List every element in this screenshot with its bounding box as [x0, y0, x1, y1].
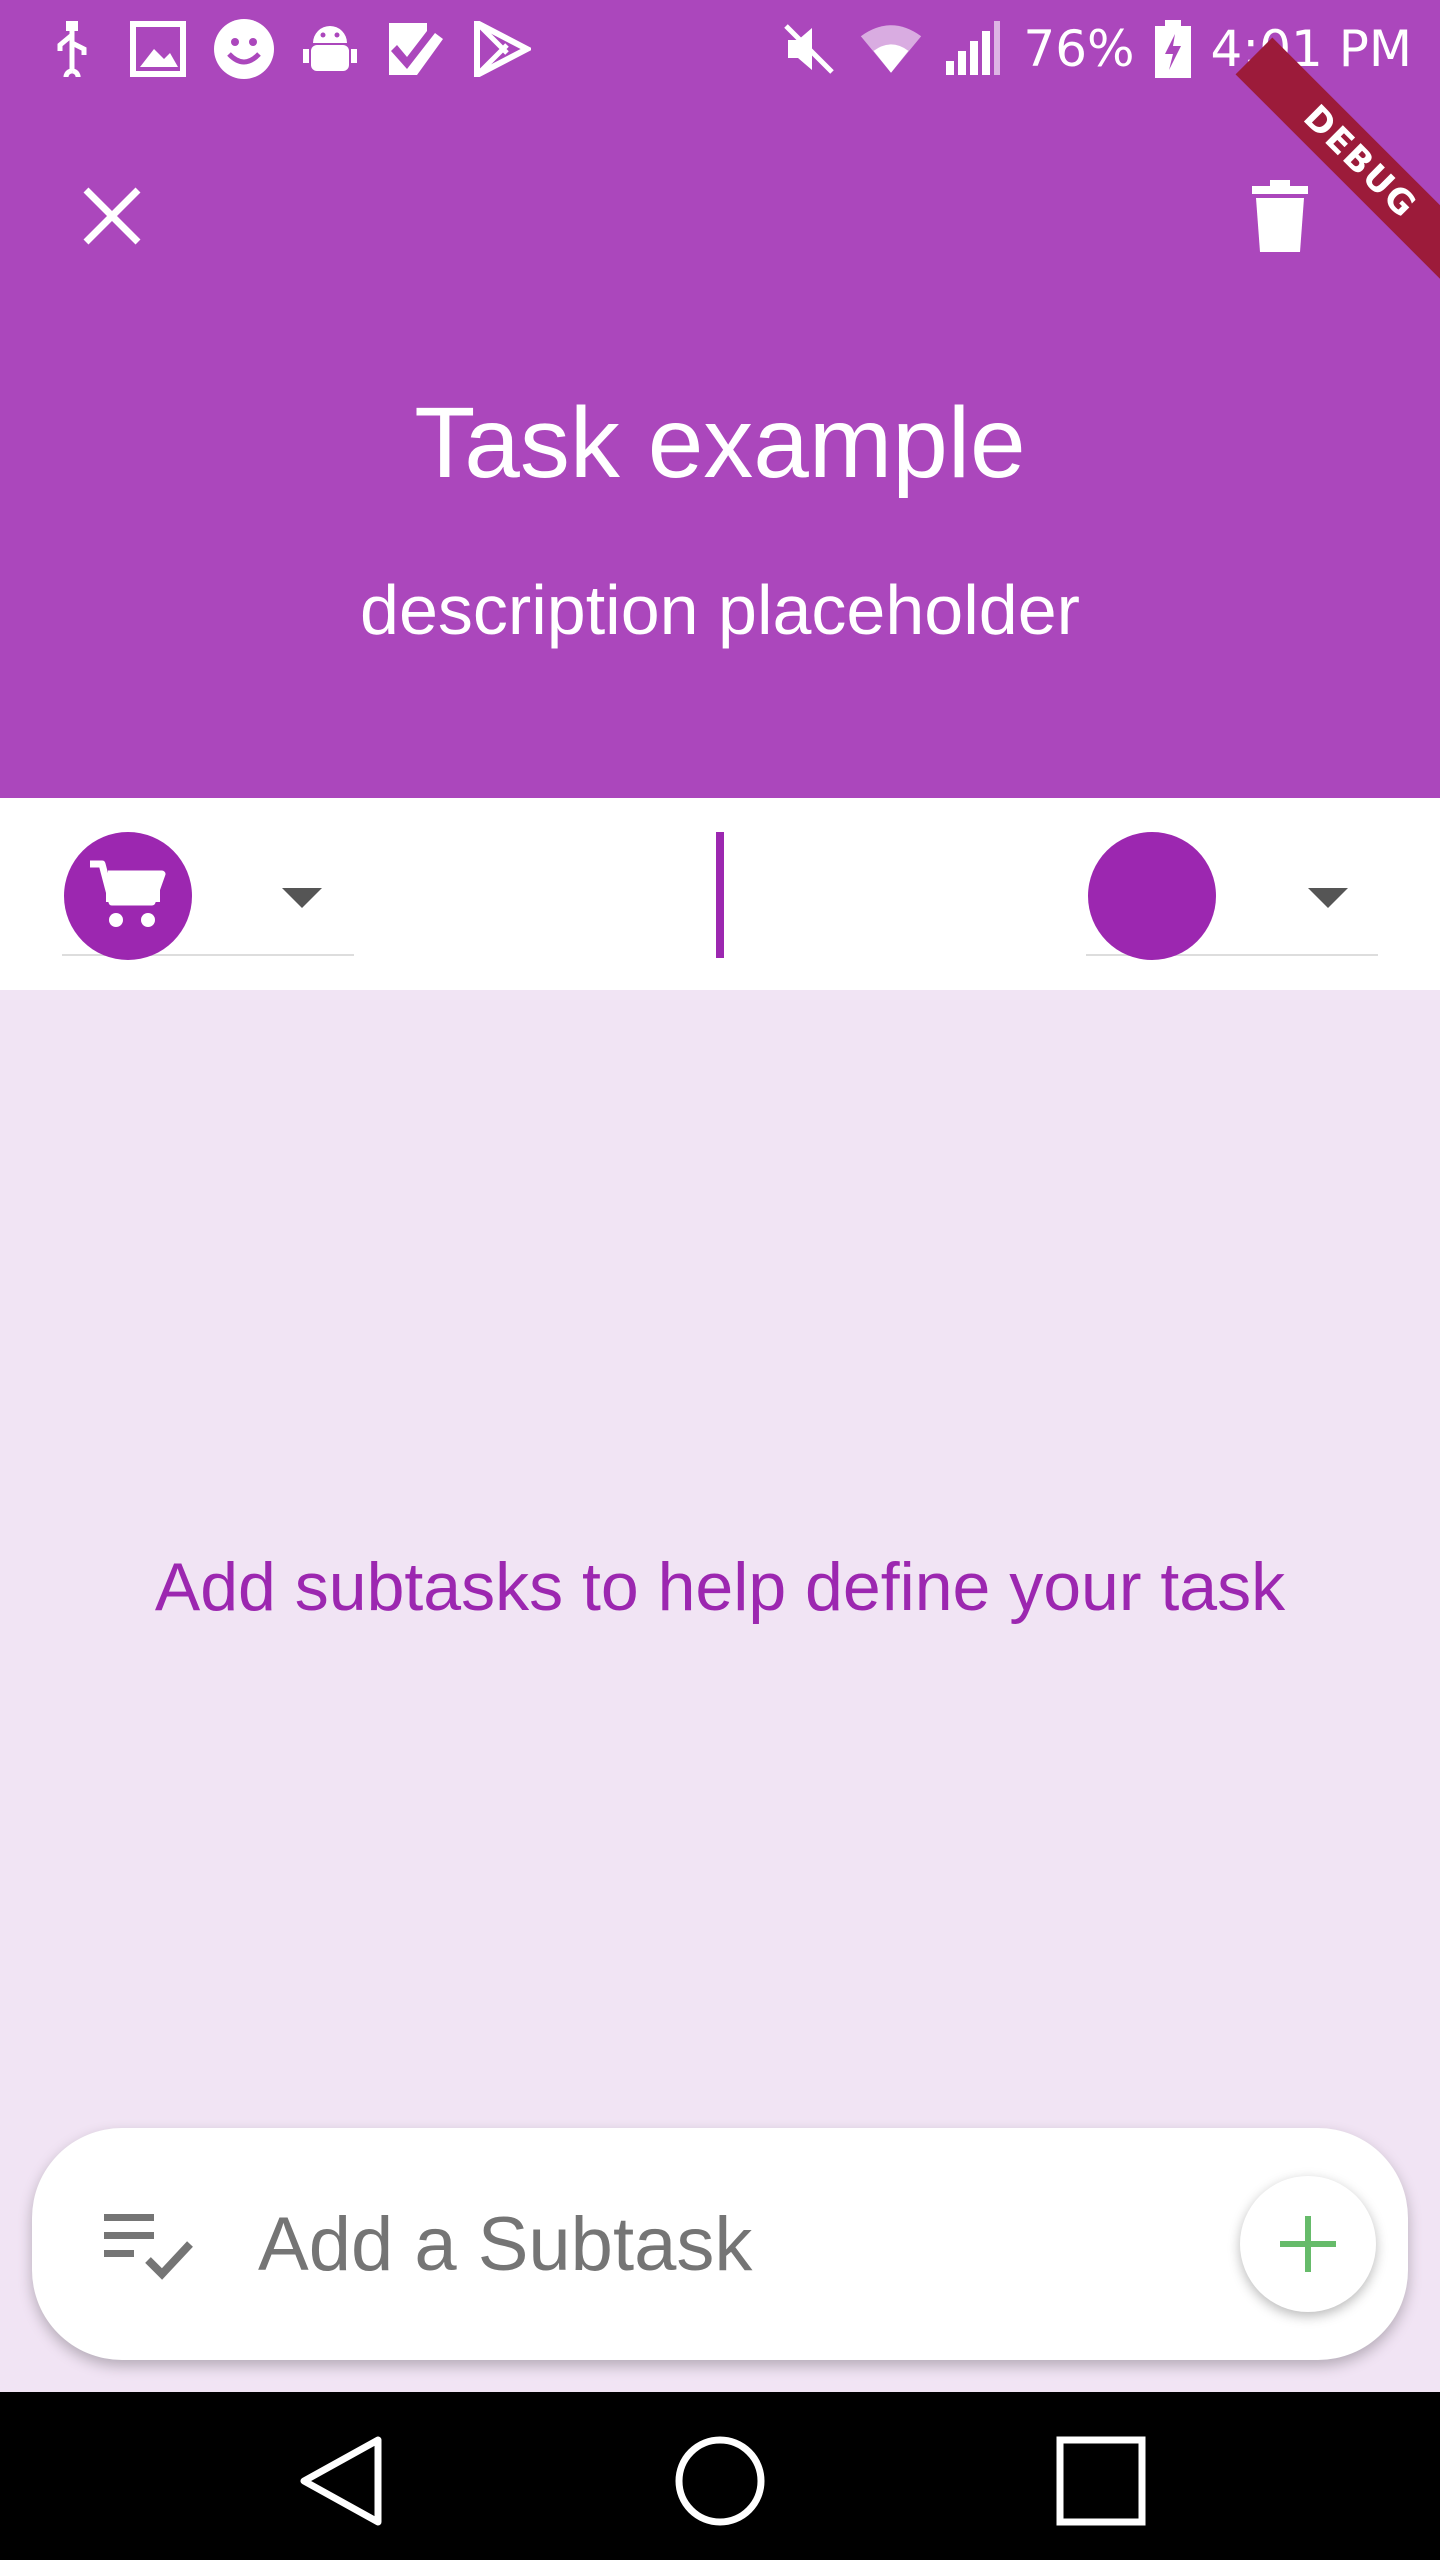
system-navigation-bar: [0, 2392, 1440, 2560]
notification-icons: [40, 18, 534, 80]
signal-icon: [941, 17, 1005, 81]
task-description[interactable]: description placeholder: [0, 570, 1440, 650]
selected-icon-badge: [64, 832, 192, 960]
close-button[interactable]: [56, 160, 168, 272]
icon-dropdown[interactable]: [62, 832, 354, 960]
chevron-down-icon: [1308, 888, 1348, 908]
recents-button[interactable]: [1046, 2426, 1156, 2536]
task-header: DEBUG Task example description placehold…: [0, 37, 1440, 798]
close-icon: [83, 187, 141, 245]
cart-icon: [90, 860, 166, 927]
check-app-icon: [384, 17, 448, 81]
status-bar: 76% 4:01 PM: [0, 0, 1440, 96]
trash-icon: [1252, 180, 1308, 252]
add-subtask-button[interactable]: [1240, 2176, 1376, 2312]
color-dropdown[interactable]: [1086, 832, 1378, 960]
task-options-row: [0, 798, 1440, 990]
recents-square-icon: [1056, 2436, 1146, 2526]
delete-button[interactable]: [1224, 160, 1336, 272]
selector-divider: [716, 832, 724, 958]
subtask-input[interactable]: [258, 2180, 1238, 2308]
add-subtask-bar: [32, 2128, 1408, 2360]
system-icons: 76% 4:01 PM: [777, 18, 1412, 80]
playlist-check-icon: [104, 2214, 193, 2280]
home-button[interactable]: [665, 2426, 775, 2536]
play-store-icon: [470, 17, 534, 81]
plus-icon: [1280, 2216, 1336, 2272]
back-button[interactable]: [286, 2426, 396, 2536]
wifi-icon: [859, 17, 923, 81]
battery-percent: 76%: [1023, 20, 1135, 78]
back-triangle-icon: [300, 2436, 382, 2526]
mute-icon: [777, 17, 841, 81]
image-icon: [126, 17, 190, 81]
chevron-down-icon: [282, 888, 322, 908]
android-debug-icon: [298, 17, 362, 81]
battery-charging-icon: [1153, 17, 1193, 81]
empty-subtasks-message: Add subtasks to help define your task: [154, 1549, 1286, 1625]
task-title[interactable]: Task example: [0, 386, 1440, 501]
selected-color-swatch: [1088, 832, 1216, 960]
smiley-icon: [212, 17, 276, 81]
usb-icon: [40, 17, 104, 81]
home-circle-icon: [675, 2436, 765, 2526]
